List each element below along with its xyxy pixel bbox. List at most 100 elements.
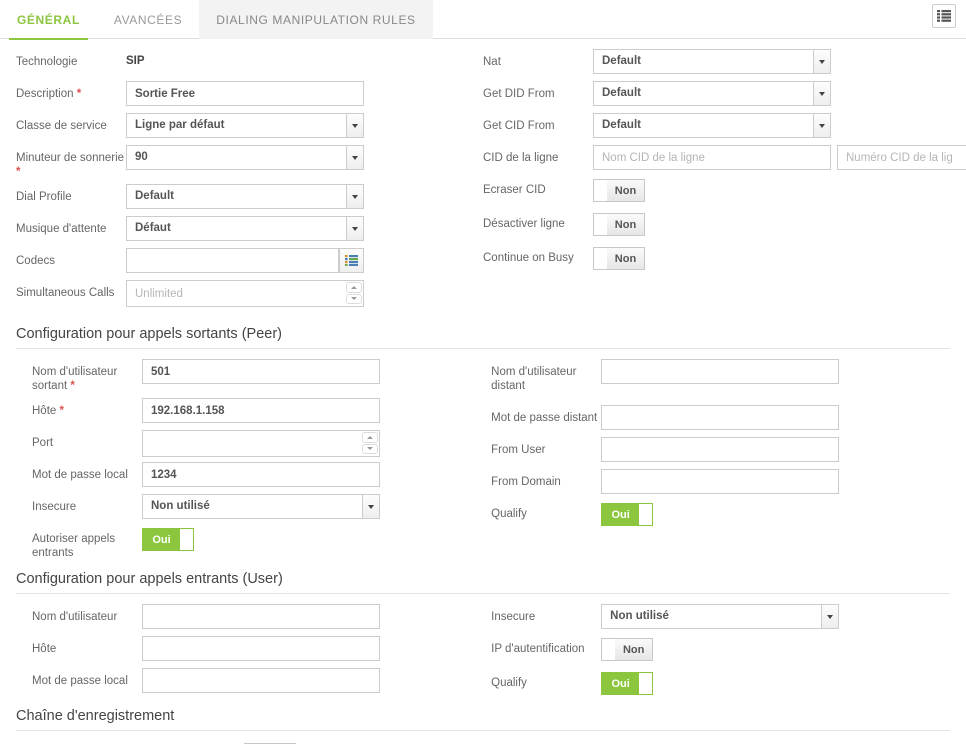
user-left-column: Nom d'utilisateur Hôte Mot de passe loca… [16,604,475,702]
field-autoriser-appels-entrants: Autoriser appels entrants Oui [32,526,475,560]
from-user-input[interactable] [601,437,840,462]
nat-select[interactable]: Default [593,49,831,74]
tab-bar: GÉNÉRAL AVANCÉES DIALING MANIPULATION RU… [0,0,966,40]
tab-list: GÉNÉRAL AVANCÉES DIALING MANIPULATION RU… [0,0,966,40]
qualify-peer-toggle[interactable]: Oui [601,503,654,526]
stepper-down-icon[interactable] [346,293,362,304]
insecure-peer-select[interactable]: Non utilisé [142,494,380,519]
tab-dialing-manipulation-rules-label: DIALING MANIPULATION RULES [216,12,416,27]
field-nom-utilisateur: Nom d'utilisateur [32,604,475,631]
required-marker: * [76,88,82,100]
field-description: Description * [16,81,467,108]
section-header-peer: Configuration pour appels sortants (Peer… [16,326,950,349]
label-mot-de-passe-local-peer: Mot de passe local [32,469,128,481]
ip-authentification-toggle[interactable]: Non [601,638,654,661]
field-nat: Nat Default [483,49,950,76]
toggle-knob [639,673,653,694]
list-view-button[interactable] [932,4,956,28]
desactiver-ligne-toggle[interactable]: Non [593,213,645,236]
peer-left-column: Nom d'utilisateur sortant * Hôte * Port [16,359,475,565]
cid-name-input[interactable] [593,145,831,170]
field-continue-on-busy: Continue on Busy Non [483,245,950,274]
nom-utilisateur-input[interactable] [142,604,380,629]
label-qualify-peer: Qualify [491,508,527,520]
ip-authentification-toggle-label: Non [615,639,653,660]
value-technologie: SIP [126,55,145,67]
musique-dattente-value: Défaut [135,222,171,234]
field-cid-de-la-ligne: CID de la ligne [483,145,966,172]
peer-right-column: Nom d'utilisateur distant Mot de passe d… [491,359,950,565]
classe-de-service-select[interactable]: Ligne par défaut [126,113,364,138]
ecraser-cid-toggle[interactable]: Non [593,179,645,202]
tab-general[interactable]: GÉNÉRAL [0,0,97,40]
tab-avancees[interactable]: AVANCÉES [97,0,199,39]
toggle-knob [594,214,607,235]
description-input[interactable] [126,81,364,106]
general-section: Technologie SIP Description * Classe de … [16,49,966,312]
minuteur-de-sonnerie-value: 90 [135,151,148,163]
nom-utilisateur-distant-input[interactable] [601,359,840,384]
get-did-from-select[interactable]: Default [593,81,831,106]
field-mot-de-passe-local-user: Mot de passe local [32,668,475,695]
continue-on-busy-toggle[interactable]: Non [593,247,645,270]
insecure-user-select[interactable]: Non utilisé [601,604,840,629]
field-desactiver-ligne: Désactiver ligne Non [483,211,950,240]
stepper-down-icon[interactable] [362,443,378,454]
toggle-knob [594,248,607,269]
musique-dattente-select[interactable]: Défaut [126,216,364,241]
field-classe-de-service: Classe de service Ligne par défaut [16,113,467,140]
nom-utilisateur-sortant-input[interactable] [142,359,380,384]
stepper-up-icon[interactable] [362,432,378,443]
autoriser-appels-entrants-toggle[interactable]: Oui [142,528,194,551]
hote-peer-input[interactable] [142,398,380,423]
field-minuteur-de-sonnerie: Minuteur de sonnerie * 90 [16,145,467,179]
field-technologie: Technologie SIP [16,49,467,76]
field-insecure-user: Insecure Non utilisé [491,604,950,631]
label-technologie: Technologie [16,56,78,68]
tab-dialing-manipulation-rules[interactable]: DIALING MANIPULATION RULES [199,0,433,39]
hote-user-input[interactable] [142,636,380,661]
label-musique-dattente: Musique d'attente [16,223,107,235]
field-nom-utilisateur-sortant: Nom d'utilisateur sortant * [32,359,475,393]
field-hote-user: Hôte [32,636,475,663]
cid-pair [593,145,966,170]
port-stepper[interactable] [362,432,378,455]
label-nom-utilisateur: Nom d'utilisateur [32,611,118,623]
label-insecure-user: Insecure [491,611,536,623]
minuteur-de-sonnerie-select[interactable]: 90 [126,145,364,170]
quantity-stepper[interactable] [346,282,362,305]
stepper-up-icon[interactable] [346,282,362,293]
classe-de-service-value: Ligne par défaut [135,119,225,131]
label-mot-de-passe-distant: Mot de passe distant [491,412,598,424]
label-get-cid-from: Get CID From [483,120,555,132]
cid-number-input[interactable] [837,145,966,170]
codecs-picker-button[interactable] [339,248,364,273]
label-continue-on-busy: Continue on Busy [483,252,574,264]
simultaneous-calls-control [126,280,364,307]
qualify-user-toggle[interactable]: Oui [601,672,654,695]
label-autoriser-appels-entrants: Autoriser appels entrants [32,533,116,559]
label-qualify-user: Qualify [491,677,527,689]
user-section: Nom d'utilisateur Hôte Mot de passe loca… [16,604,950,702]
mot-de-passe-distant-input[interactable] [601,405,840,430]
simultaneous-calls-input[interactable] [126,280,364,307]
section-header-registration: Chaîne d'enregistrement [16,708,950,731]
label-ecraser-cid: Ecraser CID [483,184,546,196]
codecs-input[interactable] [126,248,339,273]
field-codecs: Codecs [16,248,467,275]
get-cid-from-select[interactable]: Default [593,113,831,138]
from-domain-input[interactable] [601,469,840,494]
qualify-user-toggle-label: Oui [602,673,640,694]
codecs-list-icon [345,255,358,266]
mot-de-passe-local-peer-input[interactable] [142,462,380,487]
label-get-did-from: Get DID From [483,88,555,100]
label-cid-de-la-ligne: CID de la ligne [483,152,559,164]
mot-de-passe-local-user-input[interactable] [142,668,380,693]
label-hote-user: Hôte [32,643,57,655]
field-qualify-user: Qualify Oui [491,670,950,697]
port-input[interactable] [142,430,380,457]
dial-profile-select[interactable]: Default [126,184,364,209]
field-mot-de-passe-local-peer: Mot de passe local [32,462,475,489]
label-from-user: From User [491,444,546,456]
label-nom-utilisateur-distant: Nom d'utilisateur distant [491,366,577,392]
